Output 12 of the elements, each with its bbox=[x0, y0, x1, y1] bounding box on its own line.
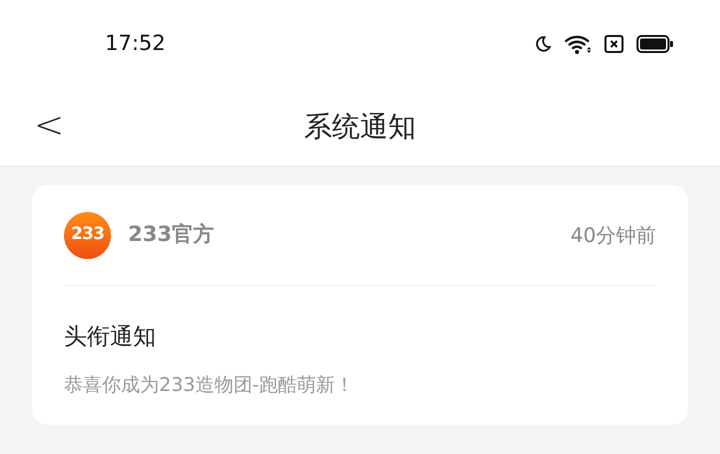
sender-name: 233官方 bbox=[128, 221, 214, 248]
notification-time: 40分钟前 bbox=[570, 222, 656, 249]
notification-title: 头衔通知 bbox=[64, 323, 157, 352]
moon-icon bbox=[534, 35, 552, 53]
back-button[interactable]: < bbox=[34, 106, 64, 146]
status-time: 17:52 bbox=[105, 30, 166, 58]
page-title: 系统通知 bbox=[304, 109, 416, 145]
notification-message: 恭喜你成为233造物团-跑酷萌新！ bbox=[64, 372, 356, 398]
sender-logo: 233 bbox=[64, 212, 111, 258]
battery-icon bbox=[636, 34, 674, 54]
sim-card-icon bbox=[604, 34, 624, 54]
wifi-icon bbox=[564, 34, 592, 54]
